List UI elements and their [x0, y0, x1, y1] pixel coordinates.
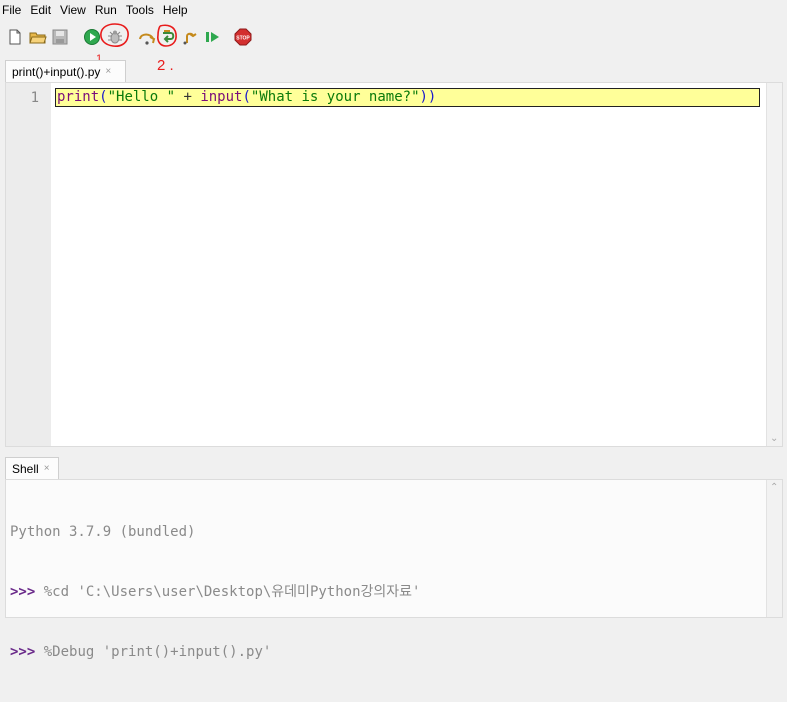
run-icon	[84, 29, 100, 45]
code-token-function: print	[57, 89, 100, 105]
toolbar: STOP	[0, 20, 787, 56]
run-button[interactable]	[83, 28, 101, 46]
tab-editor-file[interactable]: print()+input().py ×	[5, 60, 126, 82]
shell-line-text: %cd 'C:\Users\user\Desktop\유데미Python강의자료…	[35, 584, 421, 600]
menu-file[interactable]: File	[0, 0, 25, 20]
line-number: 1	[30, 90, 39, 106]
stop-icon: STOP	[234, 28, 252, 46]
step-into-button[interactable]	[160, 28, 178, 46]
menu-help[interactable]: Help	[160, 0, 192, 20]
menu-run[interactable]: Run	[92, 0, 121, 20]
line-number-gutter: 1	[6, 83, 51, 446]
resume-icon	[206, 32, 219, 42]
scroll-up-icon[interactable]: ⌃	[770, 482, 778, 493]
menu-tools[interactable]: Tools	[123, 0, 158, 20]
code-token-operator: +	[175, 89, 201, 105]
tab-close-icon[interactable]: ×	[44, 463, 50, 474]
open-file-button[interactable]	[29, 28, 47, 46]
code-line[interactable]: print("Hello " + input("What is your nam…	[55, 88, 760, 107]
shell-line-text: %Debug 'print()+input().py'	[35, 644, 272, 660]
step-over-button[interactable]	[138, 28, 156, 46]
resume-button[interactable]	[204, 28, 222, 46]
new-file-icon	[9, 29, 21, 45]
open-folder-icon	[29, 32, 47, 44]
shell-prompt: >>>	[10, 584, 36, 600]
tab-label: Shell	[12, 461, 39, 476]
scroll-down-icon[interactable]: ⌄	[770, 433, 778, 444]
stop-button[interactable]: STOP	[234, 28, 252, 46]
shell-scrollbar[interactable]: ⌃	[766, 480, 782, 617]
shell-line: >>> %cd 'C:\Users\user\Desktop\유데미Python…	[10, 582, 420, 602]
tab-shell[interactable]: Shell ×	[5, 457, 59, 479]
debug-button[interactable]	[106, 28, 124, 46]
code-token-string: "Hello "	[107, 89, 176, 105]
debug-icon	[108, 30, 122, 44]
step-into-icon	[163, 30, 175, 43]
stop-label: STOP	[236, 35, 250, 41]
menu-bar: File Edit View Run Tools Help	[0, 0, 787, 20]
shell-line: Python 3.7.9 (bundled)	[10, 522, 420, 542]
step-out-icon	[183, 32, 197, 45]
shell-prompt: >>>	[10, 644, 36, 660]
code-area[interactable]: print("Hello " + input("What is your nam…	[51, 83, 766, 446]
menu-view[interactable]: View	[57, 0, 90, 20]
code-token-paren: ))	[419, 89, 437, 105]
shell-line: >>> %Debug 'print()+input().py'	[10, 642, 420, 662]
editor-tab-bar: print()+input().py ×	[0, 60, 787, 82]
tab-close-icon[interactable]: ×	[105, 66, 111, 77]
tab-label: print()+input().py	[12, 64, 101, 79]
menu-edit[interactable]: Edit	[27, 0, 55, 20]
step-out-button[interactable]	[182, 28, 200, 46]
new-file-button[interactable]	[6, 28, 24, 46]
shell-line-text: Python 3.7.9 (bundled)	[10, 524, 196, 540]
save-button[interactable]	[51, 28, 69, 46]
code-token-paren: (	[242, 89, 251, 105]
editor-scrollbar[interactable]: ⌄	[766, 83, 782, 446]
editor: 1 print("Hello " + input("What is your n…	[5, 82, 783, 447]
step-over-icon	[139, 33, 156, 45]
shell-output: Python 3.7.9 (bundled) >>> %cd 'C:\Users…	[10, 482, 420, 702]
code-token-paren: (	[99, 89, 108, 105]
code-token-string: "What is your name?"	[250, 89, 420, 105]
code-token-function: input	[200, 89, 243, 105]
save-icon	[52, 29, 68, 45]
shell-tab-bar: Shell ×	[0, 457, 787, 479]
shell[interactable]: Python 3.7.9 (bundled) >>> %cd 'C:\Users…	[5, 479, 783, 660]
